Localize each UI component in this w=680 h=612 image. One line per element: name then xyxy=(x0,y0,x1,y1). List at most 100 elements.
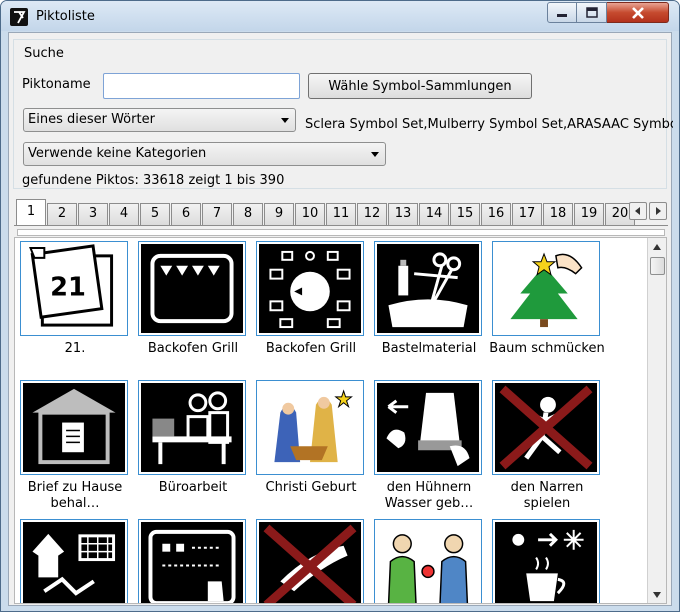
pictogram-tile[interactable] xyxy=(369,519,489,603)
category-mode-select[interactable]: Verwende keine Kategorien xyxy=(23,142,386,166)
pictogram-frame xyxy=(20,519,128,603)
tab-2[interactable]: 2 xyxy=(47,203,77,225)
pictogram-tile[interactable]: Brief zu Hause behal… xyxy=(15,380,135,512)
give-gift-icon xyxy=(387,534,469,603)
pictogram-caption: Baum schmücken xyxy=(489,341,605,356)
pictogram-tile[interactable]: Christi Geburt xyxy=(251,380,371,496)
calendar-21-icon: 21 xyxy=(29,244,114,327)
laundry-icon xyxy=(23,522,125,603)
pictogram-frame xyxy=(256,241,364,336)
hand-crossed-icon xyxy=(259,522,361,603)
tab-scroll-left-button[interactable] xyxy=(629,202,647,220)
page-tabs: 1 2 3 4 5 6 7 8 9 10 11 12 13 14 15 16 1… xyxy=(14,199,669,225)
hot-drink-icon xyxy=(495,522,597,603)
tab-scroll-right-button[interactable] xyxy=(649,202,667,220)
minimize-icon xyxy=(557,13,567,17)
pictogram-caption: Backofen Grill xyxy=(265,341,357,356)
pictogram-tile[interactable] xyxy=(15,519,135,603)
pictogram-frame xyxy=(138,519,246,603)
close-button[interactable] xyxy=(607,2,669,23)
chevron-down-icon xyxy=(371,152,379,157)
tab-19[interactable]: 19 xyxy=(574,203,604,225)
app-icon xyxy=(10,8,28,26)
pictogram-tile[interactable]: Büroarbeit xyxy=(133,380,253,496)
tab-18[interactable]: 18 xyxy=(543,203,573,225)
piktoliste-window: Piktoliste Suche Piktoname Wähle Symbol-… xyxy=(0,0,680,612)
pictogram-frame xyxy=(256,380,364,475)
pictogram-frame xyxy=(138,241,246,336)
water-chickens-icon xyxy=(377,383,479,472)
pictogram-tile[interactable]: den Narren spielen xyxy=(487,380,607,512)
tab-10[interactable]: 10 xyxy=(295,203,325,225)
tab-3[interactable]: 3 xyxy=(78,203,108,225)
nativity-icon xyxy=(274,389,353,463)
pictogram-caption: Brief zu Hause behal… xyxy=(27,480,123,511)
scroll-down-button[interactable] xyxy=(648,586,666,603)
piktoname-input[interactable] xyxy=(103,73,300,99)
search-group-label: Suche xyxy=(22,46,66,61)
board-pointer-icon xyxy=(141,522,243,603)
tab-16[interactable]: 16 xyxy=(481,203,511,225)
minimize-button[interactable] xyxy=(547,2,577,23)
maximize-icon xyxy=(585,7,598,18)
pictogram-caption: Christi Geburt xyxy=(265,480,357,495)
pictogram-tile[interactable] xyxy=(487,519,607,603)
chevron-left-icon xyxy=(635,207,640,215)
pictogram-panel: 21 21. Backofen Grill Backofen Grill Bas… xyxy=(14,237,667,604)
tab-11[interactable]: 11 xyxy=(326,203,356,225)
horizontal-scrollbar[interactable] xyxy=(17,229,665,236)
pictogram-tile[interactable]: Backofen Grill xyxy=(251,241,371,357)
pictogram-caption: Backofen Grill xyxy=(147,341,239,356)
pictogram-frame xyxy=(20,380,128,475)
scroll-thumb[interactable] xyxy=(650,257,665,275)
pictogram-tile[interactable] xyxy=(251,519,371,603)
word-mode-value: Eines dieser Wörter xyxy=(28,112,155,127)
pictogram-tile[interactable]: den Hühnern Wasser geb… xyxy=(369,380,489,512)
pictogram-caption: Büroarbeit xyxy=(158,480,228,495)
pictogram-frame xyxy=(256,519,364,603)
tab-15[interactable]: 15 xyxy=(450,203,480,225)
chevron-down-icon xyxy=(653,591,661,598)
fool-crossed-icon xyxy=(495,383,597,472)
craft-supplies-icon xyxy=(377,244,479,333)
pictogram-tile[interactable]: Backofen Grill xyxy=(133,241,253,357)
maximize-button[interactable] xyxy=(577,2,607,23)
title-bar[interactable]: Piktoliste xyxy=(1,1,679,31)
pictogram-frame xyxy=(374,241,482,336)
word-mode-select[interactable]: Eines dieser Wörter xyxy=(23,108,296,132)
pictogram-frame xyxy=(374,519,482,603)
tab-6[interactable]: 6 xyxy=(171,203,201,225)
chevron-down-icon xyxy=(281,118,289,123)
pictogram-caption: den Narren spielen xyxy=(510,480,584,511)
pictogram-caption: Bastelmaterial xyxy=(381,341,477,356)
tab-17[interactable]: 17 xyxy=(512,203,542,225)
scroll-up-button[interactable] xyxy=(648,238,666,255)
pictogram-frame: 21 xyxy=(20,241,128,336)
office-work-icon xyxy=(141,383,243,472)
pictogram-tile[interactable]: 21 21. xyxy=(15,241,135,357)
tab-8[interactable]: 8 xyxy=(233,203,263,225)
tab-9[interactable]: 9 xyxy=(264,203,294,225)
tab-1[interactable]: 1 xyxy=(16,199,46,225)
result-count: gefundene Piktos: 33618 zeigt 1 bis 390 xyxy=(22,173,285,188)
letter-at-home-icon xyxy=(23,383,125,472)
pictogram-tile[interactable] xyxy=(133,519,253,603)
tab-12[interactable]: 12 xyxy=(357,203,387,225)
selected-collections-text: Sclera Symbol Set,Mulberry Symbol Set,AR… xyxy=(305,117,673,132)
vertical-scrollbar[interactable] xyxy=(647,238,666,603)
search-group: Suche Piktoname Wähle Symbol-Sammlungen … xyxy=(13,39,673,189)
tab-4[interactable]: 4 xyxy=(109,203,139,225)
pictogram-frame xyxy=(138,380,246,475)
pictogram-caption: 21. xyxy=(64,341,86,356)
pictogram-frame xyxy=(492,519,600,603)
tab-7[interactable]: 7 xyxy=(202,203,232,225)
tab-5[interactable]: 5 xyxy=(140,203,170,225)
tab-13[interactable]: 13 xyxy=(388,203,418,225)
pictogram-tile[interactable]: Bastelmaterial xyxy=(369,241,489,357)
choose-collections-button[interactable]: Wähle Symbol-Sammlungen xyxy=(308,73,532,99)
category-mode-value: Verwende keine Kategorien xyxy=(28,146,207,161)
chevron-right-icon xyxy=(656,207,661,215)
pictogram-tile[interactable]: Baum schmücken xyxy=(487,241,607,357)
chevron-up-icon xyxy=(653,243,661,250)
tab-14[interactable]: 14 xyxy=(419,203,449,225)
